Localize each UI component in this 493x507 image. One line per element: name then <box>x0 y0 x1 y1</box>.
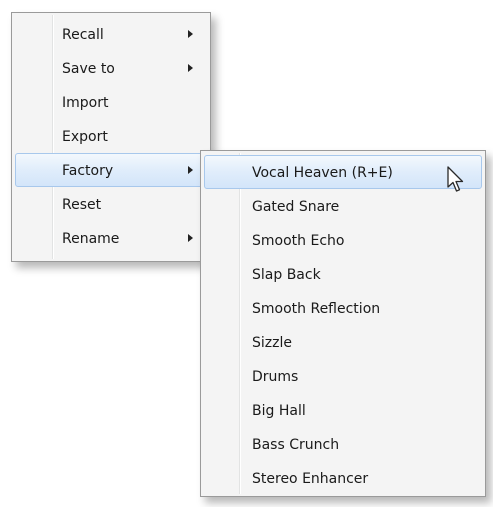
menu-item-label: Factory <box>62 163 114 179</box>
menu-item-save-to[interactable]: Save to <box>15 51 207 85</box>
menu-item-recall[interactable]: Recall <box>15 17 207 51</box>
context-menu: Recall Save to Import Export Factory Res… <box>11 12 211 262</box>
preset-item-gated-snare[interactable]: Gated Snare <box>204 189 482 223</box>
menu-item-label: Save to <box>62 61 115 77</box>
preset-item-big-hall[interactable]: Big Hall <box>204 393 482 427</box>
preset-item-label: Smooth Reflection <box>252 301 381 317</box>
factory-submenu: Vocal Heaven (R+E) Gated Snare Smooth Ec… <box>200 150 486 497</box>
mouse-cursor-icon <box>447 166 464 192</box>
menu-item-label: Export <box>62 129 108 145</box>
preset-item-slap-back[interactable]: Slap Back <box>204 257 482 291</box>
menu-item-label: Import <box>62 95 109 111</box>
preset-item-smooth-reflection[interactable]: Smooth Reflection <box>204 291 482 325</box>
menu-item-rename[interactable]: Rename <box>15 221 207 255</box>
chevron-right-icon <box>188 30 193 38</box>
menu-item-label: Recall <box>62 27 104 43</box>
preset-item-sizzle[interactable]: Sizzle <box>204 325 482 359</box>
preset-item-stereo-enhancer[interactable]: Stereo Enhancer <box>204 461 482 495</box>
preset-item-vocal-heaven[interactable]: Vocal Heaven (R+E) <box>204 155 482 189</box>
preset-item-label: Vocal Heaven (R+E) <box>252 165 393 181</box>
menu-item-import[interactable]: Import <box>15 85 207 119</box>
preset-item-label: Slap Back <box>252 267 321 283</box>
menu-item-label: Rename <box>62 231 120 247</box>
preset-item-label: Big Hall <box>252 403 306 419</box>
preset-item-label: Gated Snare <box>252 199 340 215</box>
chevron-right-icon <box>188 166 193 174</box>
preset-item-label: Smooth Echo <box>252 233 345 249</box>
preset-item-bass-crunch[interactable]: Bass Crunch <box>204 427 482 461</box>
menu-item-reset[interactable]: Reset <box>15 187 207 221</box>
preset-item-label: Drums <box>252 369 299 385</box>
preset-item-drums[interactable]: Drums <box>204 359 482 393</box>
preset-item-label: Sizzle <box>252 335 292 351</box>
menu-item-factory[interactable]: Factory <box>15 153 207 187</box>
menu-item-label: Reset <box>62 197 102 213</box>
chevron-right-icon <box>188 234 193 242</box>
menu-item-export[interactable]: Export <box>15 119 207 153</box>
preset-item-smooth-echo[interactable]: Smooth Echo <box>204 223 482 257</box>
chevron-right-icon <box>188 64 193 72</box>
preset-item-label: Stereo Enhancer <box>252 471 369 487</box>
preset-item-label: Bass Crunch <box>252 437 340 453</box>
